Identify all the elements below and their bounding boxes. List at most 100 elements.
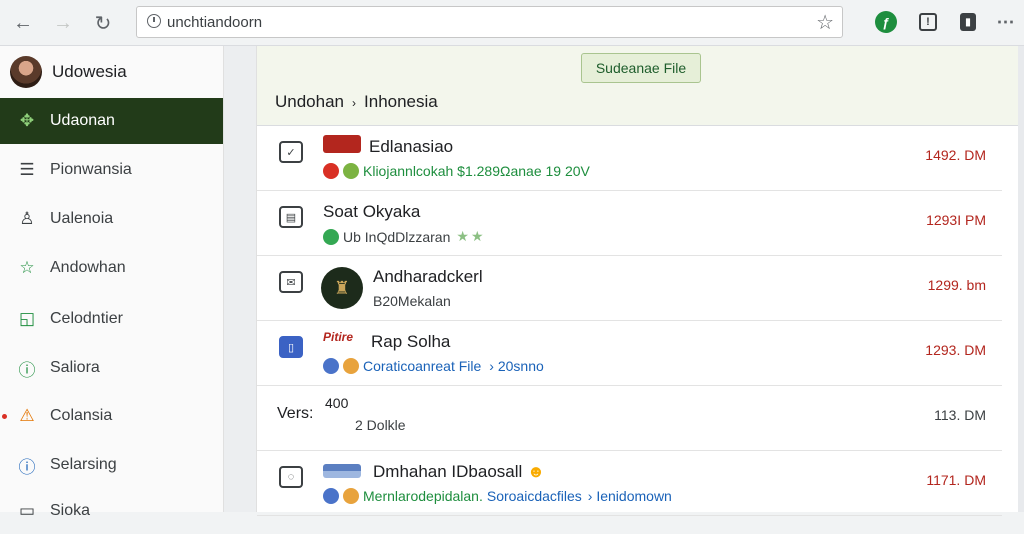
bookmark-star-icon[interactable]: ☆	[816, 10, 834, 35]
sidebar-item-2[interactable]: ♙ Ualenoia	[0, 196, 223, 242]
mail-check-icon: ✉	[279, 271, 303, 293]
folder-icon: ▭	[18, 501, 36, 520]
warning-icon: ⚠	[19, 406, 35, 425]
item-title: Edlanasiao	[369, 137, 454, 156]
item-subtitle: Coraticoanreat File › 20snno	[323, 358, 544, 374]
forward-arrow-icon[interactable]: →	[50, 10, 76, 36]
info-circle-icon: ⓘ	[18, 457, 36, 477]
sidebar-item-label: Celodntier	[50, 310, 123, 327]
list-item[interactable]: Vers: 400 2 Dolkle 113. DM	[257, 387, 1002, 451]
browser-toolbar: ← → ↻ unchtiandoorn ☆ ƒ ! ▮ ⋯	[0, 0, 1024, 46]
share-icon	[323, 488, 339, 504]
item-title: Andharadckerl	[373, 267, 483, 286]
sidebar-item-label: Udaonan	[50, 112, 115, 129]
list-item[interactable]: ✉ ♜ Andharadckerl B20Mekalan 1299. bm	[257, 257, 1002, 321]
checklist-icon: ✓	[279, 141, 303, 163]
puzzle-icon: ✥	[19, 111, 35, 130]
item-title: Soat Okyaka	[323, 202, 421, 221]
item-subtitle: Mernlarodepidalan. Soroaicdacfiles › Ien…	[323, 488, 672, 504]
sidebar-item-label: Sioka	[50, 502, 91, 519]
star-icon: ☆	[19, 258, 35, 277]
sidebar-item-label: Pionwansia	[50, 161, 132, 178]
breadcrumb: Undohan › Inhonesia	[275, 92, 438, 112]
sidebar-item-4[interactable]: ◱ Celodntier	[0, 296, 223, 342]
list-item[interactable]: ◌ Dmhahan IDbaosall ☻ Mernlarodepidalan.…	[257, 452, 1002, 516]
url-text: unchtiandoorn	[167, 14, 263, 31]
chat-bubble-icon: ◌	[279, 466, 303, 488]
sidebar-gutter	[224, 46, 256, 512]
site-info-icon[interactable]	[147, 14, 161, 28]
item-title: 400	[325, 395, 349, 411]
thumbnail-banner	[323, 464, 361, 478]
item-subtitle-text: B20Mekalan	[373, 293, 451, 309]
profile[interactable]: Udowesia	[10, 56, 127, 88]
more-menu-icon[interactable]: ⋯	[995, 11, 1017, 33]
item-title: Rap Solha	[371, 332, 451, 351]
sidebar-item-8[interactable]: ▭ Sioka	[0, 488, 223, 534]
item-time: 1293. DM	[925, 342, 986, 358]
back-arrow-icon[interactable]: ←	[10, 10, 36, 36]
profile-name: Udowesia	[52, 62, 127, 81]
sidebar-item-label: Colansia	[50, 407, 113, 424]
reload-icon[interactable]: ↻	[90, 10, 116, 36]
sidebar-item-label: Andowhan	[50, 259, 126, 276]
sidebar-item-7[interactable]: ⓘ Selarsing	[0, 442, 223, 488]
info-circle-icon: ⓘ	[18, 360, 36, 380]
thumbnail-logo: Pitire	[323, 330, 354, 344]
sidebar-item-label: Ualenoia	[50, 210, 114, 227]
sidebar-item-3[interactable]: ☆ Andowhan	[0, 245, 223, 291]
breadcrumb-separator: ›	[352, 96, 357, 110]
list-item[interactable]: ▤ Soat Okyaka Ub InQdDlzzaran ★★ 1293I P…	[257, 192, 1002, 256]
address-bar[interactable]: unchtiandoorn ☆	[136, 6, 843, 38]
item-subtitle-text: Mernlarodepidalan.	[363, 488, 483, 504]
avatar	[10, 56, 42, 88]
sidebar-item-1[interactable]: ☰ Pionwansia	[0, 147, 223, 193]
person-icon: ♙	[19, 209, 35, 228]
sidebar: Udowesia ✥ Udaonan ☰ Pionwansia ♙ Ualeno…	[0, 46, 224, 520]
sidebar-item-label: Saliora	[50, 359, 100, 376]
green-badge-icon	[343, 163, 359, 179]
extension-box-icon[interactable]: !	[919, 13, 937, 31]
item-subtitle-text: Kliojannlcokah $1.289Ωanae 19 20V	[363, 163, 590, 179]
primary-file-button[interactable]: Sudeanae File	[581, 53, 701, 83]
document-list-icon: ☰	[19, 160, 35, 179]
eagle-emblem-icon: ♜	[321, 267, 363, 309]
item-subtitle-text: Ub InQdDlzzaran	[343, 228, 451, 245]
item-subtitle-extra: Soroaicdacfiles	[486, 488, 582, 504]
item-subtitle-text: 2 Dolkle	[355, 417, 406, 433]
list-item[interactable]: ▯ Pitire Rap Solha Coraticoanreat File ›…	[257, 322, 1002, 386]
breadcrumb-root[interactable]: Undohan	[275, 92, 344, 111]
item-subtitle-more: › Ienidomown	[587, 488, 672, 504]
item-lead-label: Vers:	[277, 405, 314, 422]
item-subtitle: B20Mekalan	[373, 293, 451, 309]
content-header: Sudeanae File Undohan › Inhonesia	[257, 46, 1019, 126]
scrollbar[interactable]	[1018, 46, 1024, 512]
calendar-icon: ▤	[279, 206, 303, 228]
item-title: Dmhahan IDbaosall ☻	[373, 462, 545, 482]
item-subtitle-text: Coraticoanreat File	[363, 358, 482, 374]
status-ok-icon	[323, 228, 339, 245]
main-content: Sudeanae File Undohan › Inhonesia ✓ Edlana…	[256, 46, 1019, 516]
item-time: 1171. DM	[926, 472, 986, 488]
item-subtitle: Ub InQdDlzzaran ★★	[323, 228, 486, 245]
sidebar-item-5[interactable]: ⓘ Saliora	[0, 345, 223, 391]
extension-dark-icon[interactable]: ▮	[960, 13, 976, 31]
emoji-icon: ☻	[527, 462, 545, 481]
sidebar-item-0[interactable]: ✥ Udaonan	[0, 98, 223, 144]
file-blue-icon: ▯	[279, 336, 303, 358]
item-time: 1299. bm	[927, 277, 986, 293]
chart-icon: ◱	[18, 309, 36, 328]
item-title-text: Dmhahan IDbaosall	[373, 462, 523, 481]
item-subtitle-extra: › 20snno	[489, 358, 544, 374]
thumbnail-image	[323, 135, 361, 153]
sidebar-item-6[interactable]: ⚠ Colansia	[0, 393, 223, 439]
extension-green-icon[interactable]: ƒ	[875, 11, 897, 33]
list-item[interactable]: ✓ Edlanasiao Kliojannlcokah $1.289Ωanae …	[257, 127, 1002, 191]
item-time: 113. DM	[934, 407, 986, 423]
coin-icon	[343, 488, 359, 504]
unread-dot	[2, 413, 7, 419]
item-time: 1492. DM	[925, 147, 986, 163]
item-subtitle: 2 Dolkle	[355, 417, 406, 433]
red-badge-icon	[323, 163, 339, 179]
item-subtitle: Kliojannlcokah $1.289Ωanae 19 20V	[323, 163, 590, 179]
